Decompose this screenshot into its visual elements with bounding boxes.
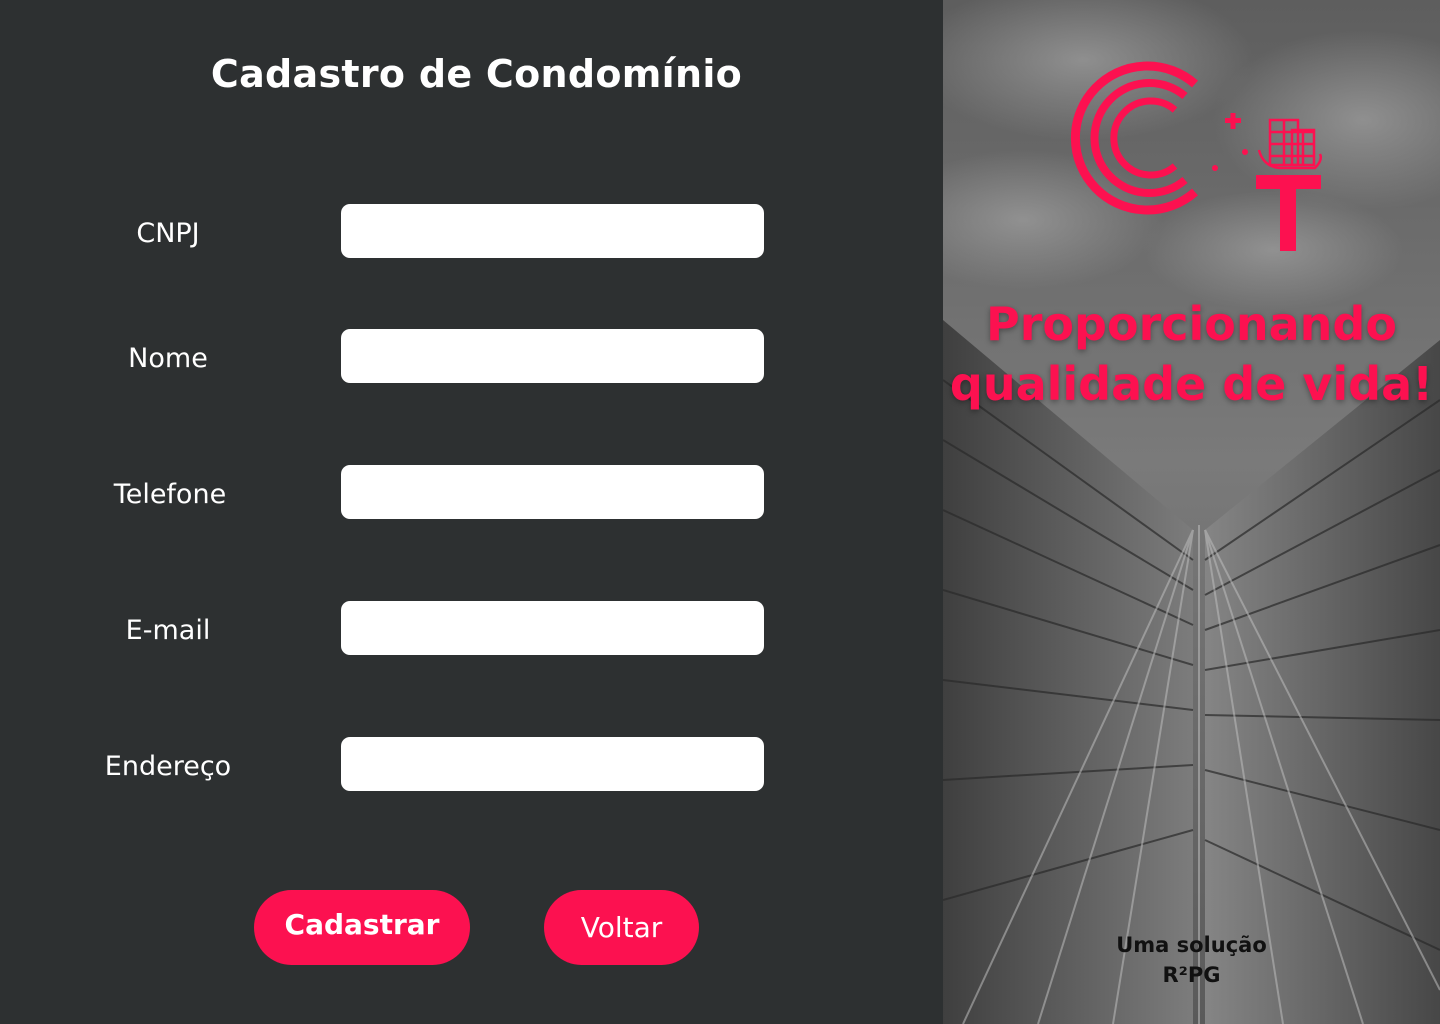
page-title: Cadastro de Condomínio [210, 52, 743, 96]
credit-line-2: R²PG [1162, 963, 1221, 987]
register-button[interactable]: Cadastrar [254, 890, 470, 965]
phone-input[interactable] [341, 465, 764, 519]
cnpj-label: CNPJ [136, 218, 200, 249]
tagline: Proporcionando qualidade de vida! [949, 297, 1434, 411]
address-input[interactable] [341, 737, 764, 791]
address-label: Endereço [104, 751, 232, 782]
condominium-logo-icon [1070, 61, 1323, 251]
cnpj-input[interactable] [341, 204, 764, 258]
email-label: E-mail [125, 615, 211, 646]
name-input[interactable] [341, 329, 764, 383]
email-input[interactable] [341, 601, 764, 655]
credit-text: Uma solução R²PG [943, 930, 1440, 990]
back-button[interactable]: Voltar [544, 890, 699, 965]
name-label: Nome [128, 343, 208, 374]
credit-line-1: Uma solução [1116, 933, 1267, 957]
phone-label: Telefone [113, 479, 227, 510]
